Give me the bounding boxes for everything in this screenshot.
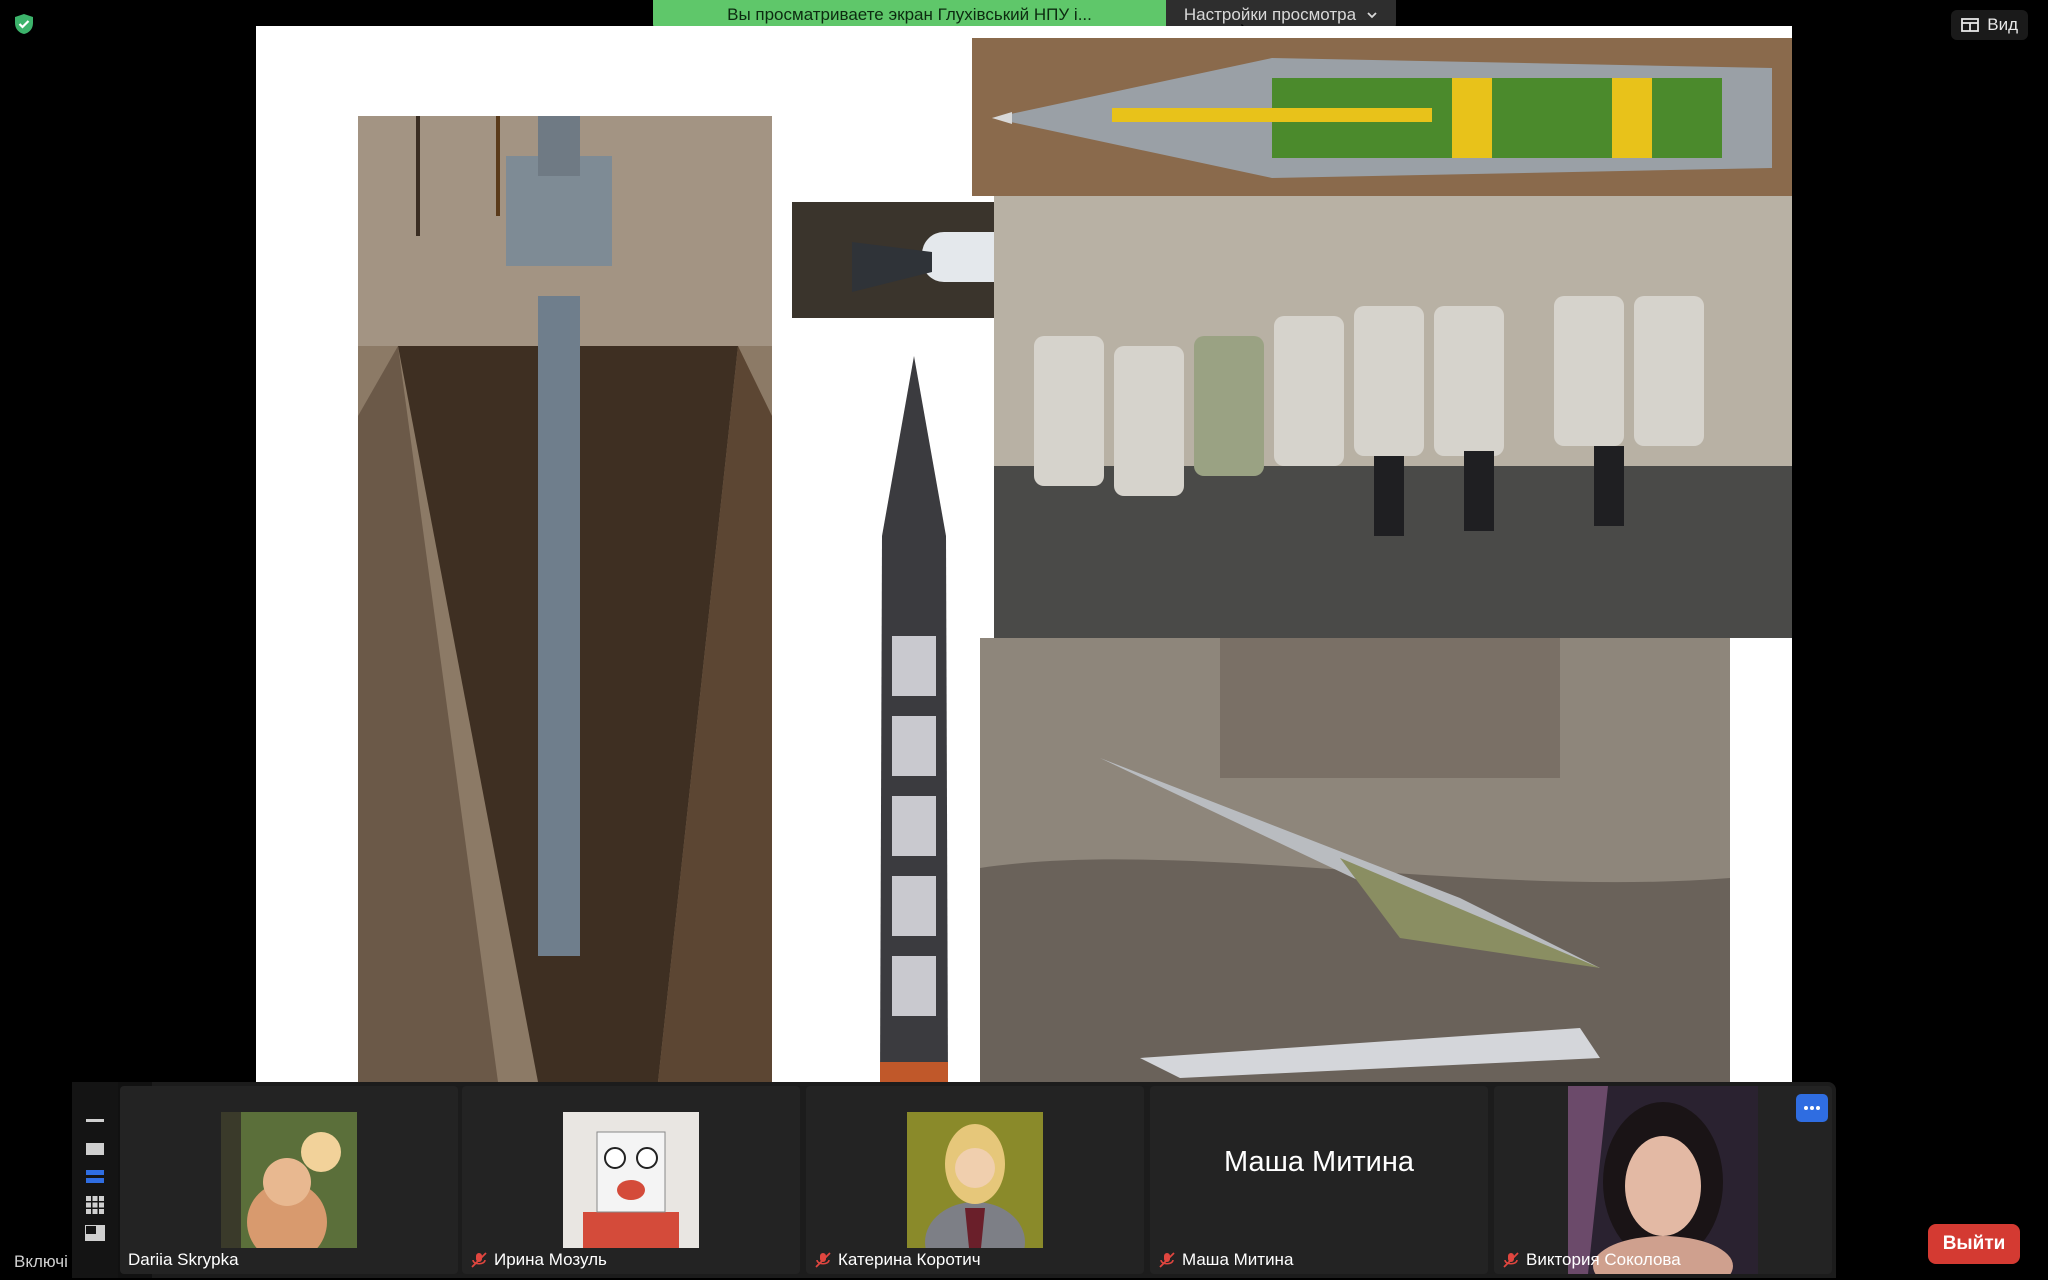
participant-tile[interactable]: Катерина Коротич bbox=[806, 1086, 1144, 1274]
microphone-muted-icon bbox=[1503, 1252, 1519, 1268]
participant-name: Виктория Соколова bbox=[1526, 1250, 1681, 1269]
photo-rocket-cross-section bbox=[836, 356, 992, 1082]
participant-tile[interactable]: Маша Митина Маша Митина bbox=[1150, 1086, 1488, 1274]
participant-tile[interactable]: Виктория Соколова bbox=[1494, 1086, 1832, 1274]
minimize-icon[interactable] bbox=[85, 1114, 105, 1128]
toolbar-audio-label[interactable]: Включі bbox=[14, 1252, 68, 1272]
view-button-label: Вид bbox=[1987, 15, 2018, 34]
picture-in-picture-icon[interactable] bbox=[85, 1225, 105, 1241]
photo-canisters-pavement bbox=[994, 196, 1792, 638]
shield-check-icon[interactable] bbox=[12, 12, 36, 36]
strip-view-icon[interactable] bbox=[85, 1170, 105, 1184]
photo-trench-munition bbox=[358, 116, 772, 1082]
gallery-layout-controls bbox=[72, 1082, 118, 1278]
participant-name: Катерина Коротич bbox=[838, 1250, 981, 1269]
shared-screen bbox=[256, 26, 1792, 1082]
participant-tile[interactable]: Ирина Мозуль bbox=[462, 1086, 800, 1274]
participant-avatar bbox=[221, 1112, 357, 1248]
photo-warhead-cutaway bbox=[972, 38, 1792, 196]
photo-rocket-debris-yard bbox=[980, 638, 1730, 1082]
participant-avatar bbox=[1568, 1086, 1758, 1274]
ellipsis-icon bbox=[1804, 1106, 1820, 1110]
participant-avatar bbox=[563, 1112, 699, 1248]
grid-view-icon[interactable] bbox=[85, 1196, 105, 1214]
grid-view-icon bbox=[1961, 18, 1980, 32]
participant-avatar bbox=[907, 1112, 1043, 1248]
chevron-down-icon bbox=[1367, 12, 1377, 19]
participant-more-button[interactable] bbox=[1796, 1094, 1828, 1122]
participant-tile[interactable]: Dariia Skrypka bbox=[120, 1086, 458, 1274]
participant-name: Dariia Skrypka bbox=[128, 1250, 239, 1269]
participant-name: Маша Митина bbox=[1182, 1250, 1294, 1269]
view-options-label: Настройки просмотра bbox=[1183, 5, 1357, 24]
single-video-icon[interactable] bbox=[85, 1142, 105, 1156]
participant-display-name: Маша Митина bbox=[1223, 1146, 1415, 1178]
microphone-muted-icon bbox=[471, 1252, 487, 1268]
microphone-muted-icon bbox=[1159, 1252, 1175, 1268]
microphone-muted-icon bbox=[815, 1252, 831, 1268]
view-button[interactable]: Вид bbox=[1951, 10, 2028, 40]
leave-meeting-button[interactable]: Выйти bbox=[1928, 1224, 2020, 1264]
participant-name: Ирина Мозуль bbox=[494, 1250, 607, 1269]
